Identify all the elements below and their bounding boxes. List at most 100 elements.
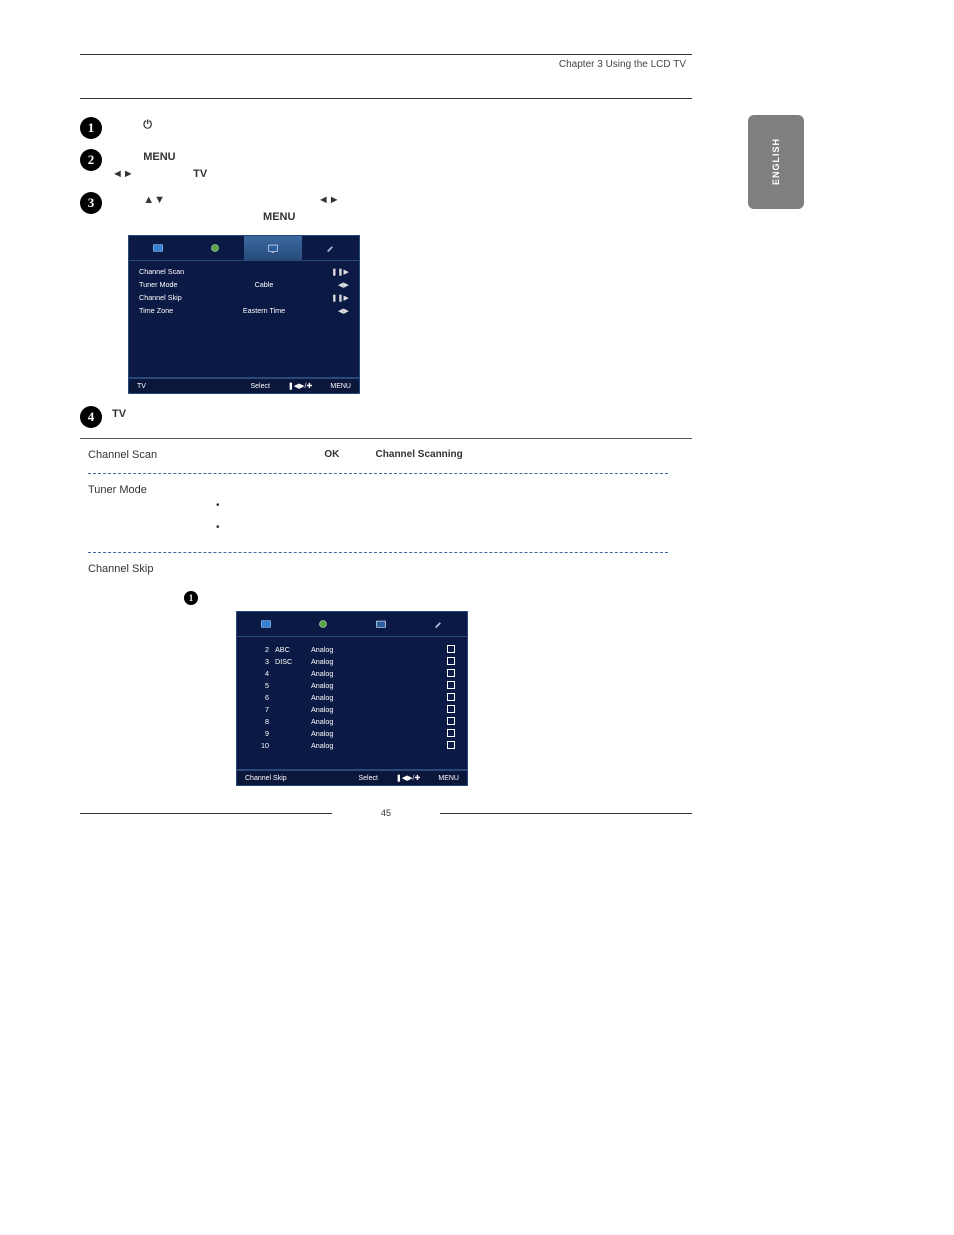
substep-1: 1 Press OK to display the list. — [184, 591, 692, 605]
page-number: 45 — [80, 808, 692, 818]
channel-number: 5 — [249, 681, 275, 690]
channel-name: ABC — [275, 645, 311, 654]
menu-button-label-2: MENU — [263, 211, 295, 223]
t: Select scan type, then press — [196, 449, 324, 460]
enter-arrow-icon: ❚❚▶ — [319, 267, 349, 276]
ok-button-label: OK — [324, 449, 339, 460]
osd-footer-arrows-icon: ❚◀▶/✚ — [288, 382, 312, 390]
osd-tab-picture — [129, 236, 187, 260]
osd-row-value: Cable — [209, 280, 319, 289]
osd2-tab-setup — [410, 612, 468, 636]
channel-row: 3DISCAnalog — [249, 655, 455, 667]
step-1: 1 Press ⏻ to turn on the LCD TV. — [80, 117, 692, 139]
step-3-t0: Press — [112, 194, 143, 206]
speaker-icon — [316, 617, 330, 631]
checkbox-icon — [447, 705, 455, 713]
step-2-t0: Press — [112, 151, 143, 163]
checkbox-icon — [447, 729, 455, 737]
option-channel-scan: Channel Scan Select scan type, then pres… — [88, 439, 668, 474]
menu-button-label: MENU — [143, 151, 175, 163]
checkbox-icon — [447, 645, 455, 653]
channel-type: Analog — [311, 681, 333, 690]
substep-1-marker: 1 — [184, 591, 198, 605]
left-right-arrows-icon-2: ◄► — [318, 194, 340, 206]
channel-number: 8 — [249, 717, 275, 726]
step-4-marker: 4 — [80, 406, 102, 428]
channel-number: 10 — [249, 741, 275, 750]
osd2-footer-title: Channel Skip — [245, 775, 340, 782]
options-table: Channel Scan Select scan type, then pres… — [88, 439, 668, 587]
channel-type: Analog — [311, 645, 333, 654]
checkbox-icon — [447, 657, 455, 665]
step-2-t4: to highlight — [137, 168, 193, 180]
osd-row-channel-skip: Channel Skip ❚❚▶ — [139, 291, 349, 304]
option-desc: Skip channel on the list. — [196, 561, 668, 577]
channel-row: 10 Analog — [249, 739, 455, 751]
osd-row-time-zone: Time Zone Eastern Time ◀▶ — [139, 304, 349, 317]
osd-row-value — [209, 293, 319, 302]
osd-tab-tv — [244, 236, 302, 260]
option-desc: Select scan type, then press OK to start… — [196, 447, 668, 463]
channel-number: 3 — [249, 657, 275, 666]
osd2-footer-menu: MENU — [438, 775, 459, 782]
osd-row-value — [209, 267, 319, 276]
option-name: Channel Skip — [88, 561, 196, 577]
channel-row: 8 Analog — [249, 715, 455, 727]
page-content: Chapter 3 Using the LCD TV ENGLISH 1 Pre… — [80, 54, 692, 818]
bullet-antenna: If the video signal source is from the a… — [216, 498, 668, 514]
left-right-arrows-icon: ◀▶ — [319, 306, 349, 315]
chapter-header: Chapter 3 Using the LCD TV — [80, 59, 692, 70]
osd-row-channel-scan: Channel Scan ❚❚▶ — [139, 265, 349, 278]
channel-scanning-label: Channel Scanning — [376, 449, 463, 460]
channel-number: 9 — [249, 729, 275, 738]
ok-button-label: OK — [234, 591, 248, 602]
osd-row-label: Channel Skip — [139, 293, 209, 302]
osd-footer: TV Select ❚◀▶/✚ MENU — [128, 378, 360, 394]
step-1-marker: 1 — [80, 117, 102, 139]
channel-type: Analog — [311, 669, 333, 678]
step-2-t2: to display the OSD menu and press — [179, 151, 353, 163]
osd2-tabs — [236, 611, 468, 637]
checkbox-icon — [447, 693, 455, 701]
step-1-post: to turn on the LCD TV. — [155, 119, 264, 131]
step-3-t4: to change the setting, or press — [112, 211, 263, 223]
channel-type: Analog — [311, 741, 333, 750]
enter-arrow-icon: ❚❚▶ — [319, 293, 349, 302]
option-desc: Select TV tuner mode. If the video signa… — [196, 482, 668, 542]
step-1-pre: Press — [112, 119, 143, 131]
option-tuner-mode: Tuner Mode Select TV tuner mode. If the … — [88, 474, 668, 553]
channel-type: Analog — [311, 729, 333, 738]
picture-icon — [259, 617, 273, 631]
tv-menu-label: TV — [193, 168, 207, 180]
step-2-marker: 2 — [80, 149, 102, 171]
channel-number: 7 — [249, 705, 275, 714]
option-name: Tuner Mode — [88, 482, 196, 542]
channel-row: 2ABCAnalog — [249, 643, 455, 655]
checkbox-icon — [447, 741, 455, 749]
t: . — [466, 449, 469, 460]
content-area: 1 Press ⏻ to turn on the LCD TV. 2 Press… — [80, 98, 692, 818]
channel-row: 7Analog — [249, 703, 455, 715]
t: Skip channel on the list. — [196, 561, 668, 577]
tv-icon — [266, 241, 280, 255]
osd-body: Channel Scan ❚❚▶ Tuner Mode Cable ◀▶ Cha… — [128, 261, 360, 378]
channel-row: 9 Analog — [249, 727, 455, 739]
step-3-marker: 3 — [80, 192, 102, 214]
power-icon: ⏻ — [143, 119, 152, 131]
step-2: 2 Press MENU to display the OSD menu and… — [80, 149, 692, 182]
option-channel-skip: Channel Skip Skip channel on the list. — [88, 553, 668, 587]
osd-row-label: Channel Scan — [139, 267, 209, 276]
osd-tv-menu: Channel Scan ❚❚▶ Tuner Mode Cable ◀▶ Cha… — [128, 235, 360, 394]
osd-row-tuner-mode: Tuner Mode Cable ◀▶ — [139, 278, 349, 291]
checkbox-icon — [447, 717, 455, 725]
channel-type: Analog — [311, 717, 333, 726]
osd2-tab-picture — [237, 612, 295, 636]
step-3-t2: to select an option, then press — [168, 194, 318, 206]
language-tab-label: ENGLISH — [771, 138, 781, 185]
checkbox-icon — [447, 681, 455, 689]
left-right-arrows-icon: ◀▶ — [319, 280, 349, 289]
step-4: 4 TV options: — [80, 406, 692, 428]
language-tab: ENGLISH — [748, 115, 804, 209]
t: Select TV tuner mode. — [196, 482, 668, 498]
channel-row: 4Analog — [249, 667, 455, 679]
